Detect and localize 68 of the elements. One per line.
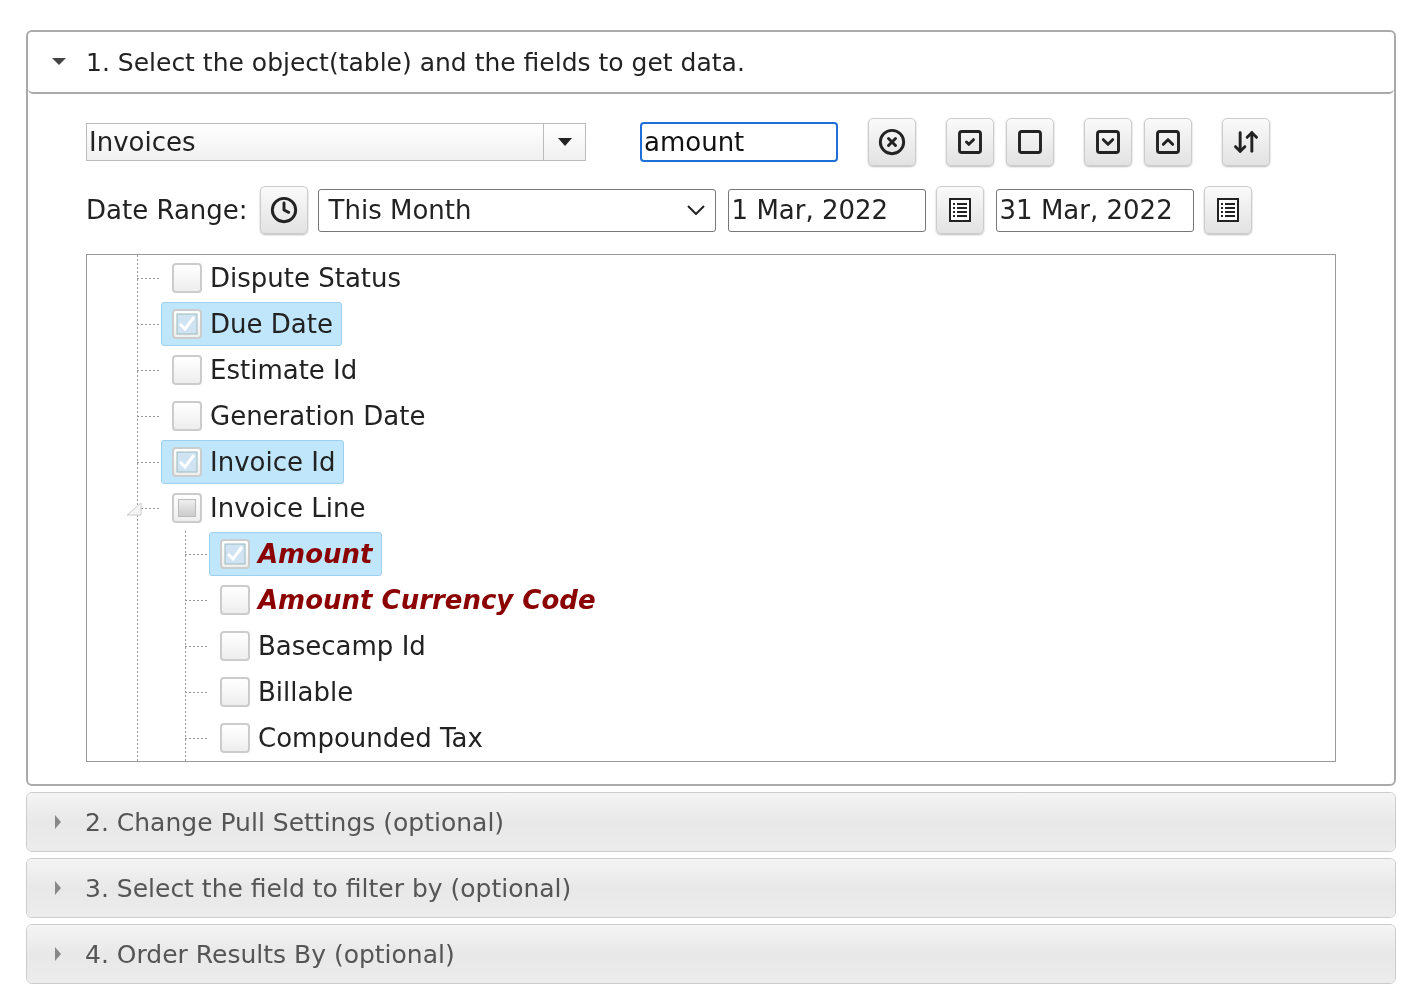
checkbox[interactable] — [220, 585, 250, 615]
clock-button[interactable] — [259, 186, 308, 234]
tree-item-label: Dispute Status — [210, 263, 402, 293]
sort-icon — [1232, 128, 1260, 156]
object-select[interactable]: Invoices — [86, 123, 586, 161]
sort-button[interactable] — [1222, 118, 1270, 166]
date-range-label: Date Range: — [86, 195, 248, 225]
chevron-down-icon — [686, 205, 705, 215]
tree-item[interactable]: Basecamp Id — [209, 624, 435, 668]
chevron-down-square-icon — [1094, 128, 1122, 156]
tree-item-label: Billable — [258, 677, 354, 707]
checkbox[interactable] — [172, 355, 202, 385]
end-date-field[interactable]: 31 Mar, 2022 — [995, 188, 1194, 232]
tree-item[interactable]: Amount Currency Code — [209, 578, 605, 622]
close-icon — [878, 128, 906, 156]
date-preset-select[interactable]: This Month — [317, 188, 716, 232]
square-icon — [1016, 128, 1044, 156]
tree-item[interactable]: Dispute Status — [161, 256, 411, 300]
checkbox[interactable] — [220, 631, 250, 661]
checkbox[interactable] — [172, 447, 202, 477]
section-header[interactable]: 3. Select the field to filter by (optional) — [27, 859, 1395, 917]
check-all-button[interactable] — [946, 118, 994, 166]
section-header[interactable]: 1. Select the object(table) and the fields to get data. — [28, 32, 1394, 94]
checkbox[interactable] — [172, 263, 202, 293]
calendar-button[interactable] — [935, 186, 984, 234]
section-title: 1. Select the object(table) and the fields to get data. — [86, 47, 745, 77]
tree-item-label: Estimate Id — [210, 355, 358, 385]
section-title: 2. Change Pull Settings (optional) — [85, 807, 505, 837]
tree-item[interactable]: Billable — [209, 670, 363, 714]
tree-item-label: Invoice Id — [210, 447, 336, 477]
checkbox[interactable] — [172, 309, 202, 339]
section-title: 3. Select the field to filter by (optional) — [85, 873, 572, 903]
checkbox[interactable] — [220, 677, 250, 707]
tree-item[interactable]: Amount — [209, 532, 382, 576]
tree-item[interactable]: Generation Date — [161, 394, 435, 438]
tree-item-label: Amount — [258, 539, 373, 569]
tree-item[interactable]: Invoice Id — [161, 440, 345, 484]
checkbox[interactable] — [172, 493, 202, 523]
section-header[interactable]: 2. Change Pull Settings (optional) — [27, 793, 1395, 851]
start-date-field[interactable]: 1 Mar, 2022 — [727, 188, 926, 232]
tree-item[interactable]: Invoice Line — [161, 486, 375, 530]
tree-item[interactable]: Estimate Id — [161, 348, 367, 392]
clear-button[interactable] — [868, 118, 916, 166]
tree-item-label: Invoice Line — [210, 493, 366, 523]
list-icon — [947, 198, 972, 222]
tree-item-label: Basecamp Id — [258, 631, 426, 661]
collapse-all-button[interactable] — [1144, 118, 1192, 166]
checkbox[interactable] — [220, 723, 250, 753]
section-header[interactable]: 4. Order Results By (optional) — [27, 925, 1395, 983]
checkbox[interactable] — [220, 539, 250, 569]
calendar-button[interactable] — [1203, 186, 1252, 234]
tree-item-label: Due Date — [210, 309, 333, 339]
tree-item-label: Amount Currency Code — [258, 585, 596, 615]
search-field[interactable]: amount — [640, 122, 838, 162]
uncheck-all-button[interactable] — [1006, 118, 1054, 166]
section-title: 4. Order Results By (optional) — [85, 939, 455, 969]
tree-item-label: Generation Date — [210, 401, 426, 431]
list-icon — [1215, 198, 1240, 222]
expand-all-button[interactable] — [1084, 118, 1132, 166]
checkbox[interactable] — [172, 401, 202, 431]
checked-square-icon — [956, 128, 984, 156]
tree-item[interactable]: Due Date — [161, 302, 342, 346]
tree-item-label: Compounded Tax — [258, 723, 483, 753]
clock-icon — [269, 196, 298, 224]
expand-toggle-icon[interactable] — [125, 501, 145, 517]
caret-icon — [557, 138, 572, 146]
chevron-up-square-icon — [1154, 128, 1182, 156]
tree-item[interactable]: Compounded Tax — [209, 716, 492, 760]
